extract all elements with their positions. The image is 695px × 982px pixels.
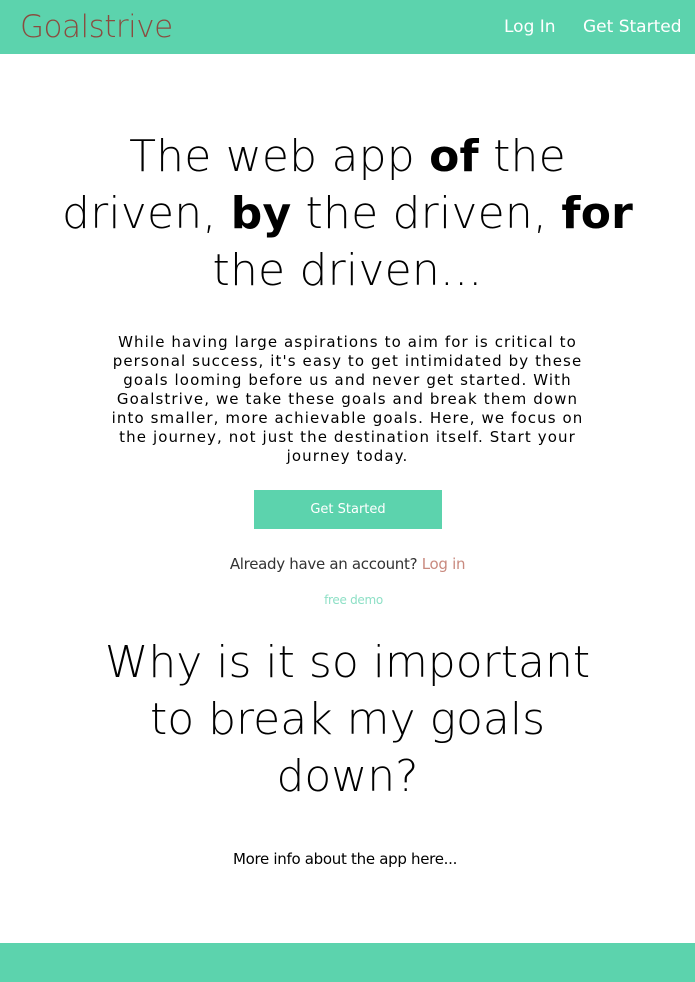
brand-logo[interactable]: Goalstrive bbox=[20, 6, 173, 48]
hero-title-emphasis: of bbox=[429, 131, 479, 182]
hero-title-part: the driven, bbox=[291, 188, 562, 239]
login-link[interactable]: Log in bbox=[422, 555, 466, 573]
more-info-text: More info about the app here... bbox=[232, 850, 458, 868]
footer-bar bbox=[0, 943, 695, 982]
nav-get-started-link[interactable]: Get Started bbox=[583, 16, 681, 38]
hero-title-part: the driven... bbox=[212, 245, 483, 296]
hero-title-part: The web app bbox=[129, 131, 430, 182]
hero-description: While having large aspirations to aim fo… bbox=[111, 333, 584, 465]
account-prompt: Already have an account? Log in bbox=[100, 553, 595, 575]
get-started-button[interactable]: Get Started bbox=[254, 490, 442, 529]
hero-title-emphasis: by bbox=[230, 188, 292, 239]
section-title: Why is it so important to break my goals… bbox=[104, 637, 591, 802]
hero-title: The web app of the driven, by the driven… bbox=[60, 128, 635, 299]
landing-page: Goalstrive Log In Get Started The web ap… bbox=[0, 0, 695, 982]
account-prompt-text: Already have an account? bbox=[229, 555, 422, 573]
hero-title-emphasis: for bbox=[561, 188, 634, 239]
navbar: Goalstrive Log In Get Started bbox=[0, 0, 695, 54]
nav-login-link[interactable]: Log In bbox=[504, 16, 556, 38]
free-demo-link[interactable]: free demo bbox=[100, 592, 607, 608]
